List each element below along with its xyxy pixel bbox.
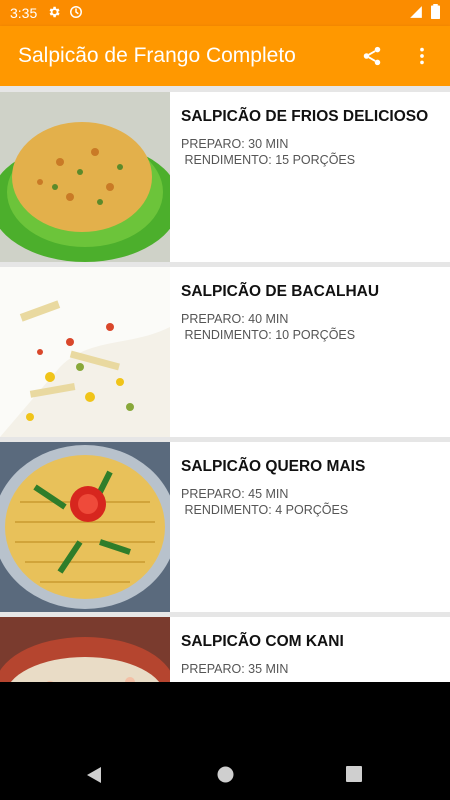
recipe-yield: RENDIMENTO: 4 PORÇÕES [181,503,349,517]
recipe-thumbnail [0,442,170,612]
recipe-prep-time: PREPARO: 35 MIN [181,662,289,676]
recipe-yield: RENDIMENTO: 10 PORÇÕES [181,328,356,342]
recipe-card-frios[interactable]: SALPICÃO DE FRIOS DELICIOSO PREPARO: 30 … [0,92,450,262]
sync-icon [69,5,83,22]
app-bar: Salpicão de Frango Completo [0,26,450,86]
recipe-card-quero-mais[interactable]: SALPICÃO QUERO MAIS PREPARO: 45 MIN REND… [0,442,450,612]
recents-icon[interactable] [346,766,362,787]
recipe-title: SALPICÃO DE BACALHAU [181,283,380,300]
app-title: Salpicão de Frango Completo [18,44,296,67]
recipe-title: SALPICÃO QUERO MAIS [181,458,366,475]
recipe-prep-time: PREPARO: 45 MIN [181,487,289,501]
back-icon[interactable] [86,766,102,789]
recipe-thumbnail [0,617,170,682]
recipe-card-bacalhau[interactable]: SALPICÃO DE BACALHAU PREPARO: 40 MIN REN… [0,267,450,437]
battery-icon [431,4,440,22]
recipe-thumbnail [0,92,170,262]
recipe-title: SALPICÃO COM KANI [181,633,344,650]
recipe-thumbnail [0,267,170,437]
more-vert-icon[interactable] [408,42,436,70]
status-time: 3:35 [10,5,38,21]
status-bar: 3:35 [0,0,450,26]
recipe-prep-time: PREPARO: 40 MIN [181,312,289,326]
share-icon[interactable] [358,42,386,70]
recipe-card-kani[interactable]: SALPICÃO COM KANI PREPARO: 35 MIN [0,617,450,682]
signal-icon [409,5,423,22]
gear-icon [47,5,61,22]
recipe-yield: RENDIMENTO: 15 PORÇÕES [181,153,356,167]
recipe-prep-time: PREPARO: 30 MIN [181,137,289,151]
recipe-list[interactable]: SALPICÃO DE FRIOS DELICIOSO PREPARO: 30 … [0,86,450,682]
recipe-title: SALPICÃO DE FRIOS DELICIOSO [181,108,429,125]
home-icon[interactable] [217,766,234,788]
